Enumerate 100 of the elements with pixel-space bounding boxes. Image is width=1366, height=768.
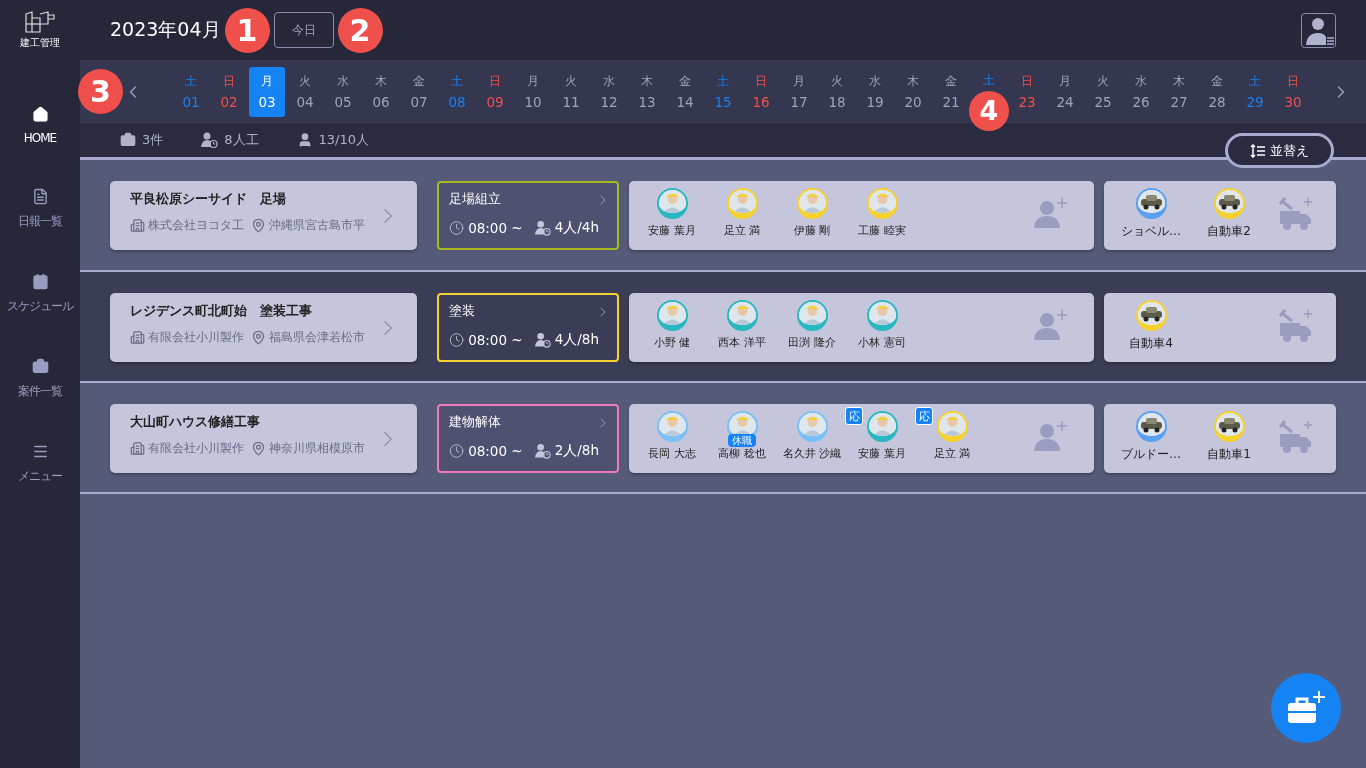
location-icon — [251, 441, 266, 456]
date-tab[interactable]: 金 21 — [933, 66, 969, 117]
date-label: 15 — [714, 94, 732, 110]
project-name: レジデンス町北町始 塗装工事 — [130, 302, 313, 320]
date-tab[interactable]: 月 03 — [249, 66, 285, 117]
clock-icon — [449, 332, 465, 348]
project-card[interactable]: レジデンス町北町始 塗装工事 有限会社小川製作 福島県会津若松市 — [110, 293, 417, 362]
date-tab[interactable]: 木 06 — [363, 66, 399, 117]
date-label: 17 — [790, 94, 808, 110]
date-tab[interactable]: 日 30 — [1275, 66, 1311, 117]
clock-icon — [449, 220, 465, 236]
date-tab[interactable]: 水 19 — [857, 66, 893, 117]
weekday-label: 土 — [983, 72, 995, 89]
person-clock-icon — [534, 332, 551, 348]
briefcase-icon — [120, 132, 136, 148]
weekday-label: 木 — [907, 73, 919, 90]
date-tab[interactable]: 水 05 — [325, 66, 361, 117]
date-label: 24 — [1056, 94, 1074, 110]
date-tab[interactable]: 木 13 — [629, 66, 665, 117]
building-icon — [130, 218, 145, 233]
start-time: 08:00 ~ — [468, 332, 523, 348]
equipment-name: 自動車1 — [1207, 446, 1251, 463]
date-tab[interactable]: 土 15 — [705, 66, 741, 117]
add-member-button[interactable] — [1034, 309, 1068, 341]
date-tab[interactable]: 金 07 — [401, 66, 437, 117]
project-card[interactable]: 平良松原シーサイド 足場 株式会社ヨコタ工 沖縄県宮古島市平 — [110, 181, 417, 250]
date-tab[interactable]: 土 — [971, 66, 1007, 89]
weekday-label: 月 — [793, 73, 805, 90]
date-tab[interactable]: 月 10 — [515, 66, 551, 117]
weekday-label: 金 — [413, 73, 425, 90]
task-card[interactable]: 建物解体 08:00 ~ 2人/8h — [437, 404, 619, 473]
sort-icon — [1250, 143, 1266, 158]
weekday-label: 日 — [223, 73, 235, 90]
date-label: 23 — [1018, 94, 1036, 110]
task-name: 建物解体 — [449, 413, 501, 431]
date-label: 06 — [372, 94, 390, 110]
date-tab[interactable]: 月 17 — [781, 66, 817, 117]
date-label: 12 — [600, 94, 618, 110]
today-button[interactable]: 今日 — [273, 12, 334, 48]
member-name: 名久井 沙織 — [782, 446, 842, 461]
project-card[interactable]: 大山町ハウス修繕工事 有限会社小川製作 神奈川県相模原市 — [110, 404, 417, 473]
date-tab[interactable]: 月 24 — [1047, 66, 1083, 117]
date-label: 05 — [334, 94, 352, 110]
equipment-name: ショベル… — [1121, 223, 1181, 240]
sort-button[interactable]: 並替え — [1225, 133, 1334, 168]
date-label: 21 — [942, 94, 960, 110]
date-tab[interactable]: 金 14 — [667, 66, 703, 117]
clock-icon — [449, 443, 465, 459]
date-tab[interactable]: 水 12 — [591, 66, 627, 117]
date-tab[interactable]: 火 04 — [287, 66, 323, 117]
calendar-icon — [31, 273, 49, 290]
date-tab[interactable]: 火 25 — [1085, 66, 1121, 117]
sidebar-item[interactable]: 日報一覧 — [18, 188, 62, 230]
add-equipment-button[interactable] — [1278, 197, 1314, 231]
building-icon — [130, 330, 145, 345]
date-tab[interactable]: 火 11 — [553, 66, 589, 117]
date-label: 19 — [866, 94, 884, 110]
date-tab[interactable]: 木 27 — [1161, 66, 1197, 117]
document-icon — [31, 188, 49, 205]
date-tab[interactable]: 土 08 — [439, 66, 475, 117]
add-equipment-button[interactable] — [1278, 420, 1314, 454]
date-label: 25 — [1094, 94, 1112, 110]
weekday-label: 土 — [1249, 73, 1261, 90]
add-member-button[interactable] — [1034, 197, 1068, 229]
task-card[interactable]: 塗装 08:00 ~ 4人/8h — [437, 293, 619, 362]
address-text: 神奈川県相模原市 — [269, 440, 365, 457]
date-tab[interactable]: 木 20 — [895, 66, 931, 117]
support-badge: 応 — [845, 407, 863, 425]
date-tab[interactable]: 日 02 — [211, 66, 247, 117]
date-tab[interactable]: 日 23 — [1009, 66, 1045, 117]
add-member-button[interactable] — [1034, 420, 1068, 452]
date-tab[interactable]: 火 18 — [819, 66, 855, 117]
project-name: 大山町ハウス修繕工事 — [130, 413, 261, 431]
date-tab[interactable]: 日 09 — [477, 66, 513, 117]
weekday-label: 金 — [1211, 73, 1223, 90]
member-name: 安藤 葉月 — [648, 223, 696, 238]
date-tab[interactable]: 土 01 — [173, 66, 209, 117]
weekday-label: 火 — [565, 73, 577, 90]
company-name: 株式会社ヨコタ工 — [148, 217, 244, 234]
equipment-name: 自動車2 — [1207, 223, 1251, 240]
weekday-label: 月 — [261, 73, 273, 90]
date-tab[interactable]: 土 29 — [1237, 66, 1273, 117]
date-tab[interactable]: 金 28 — [1199, 66, 1235, 117]
logo-icon — [24, 10, 56, 34]
date-label: 16 — [752, 94, 770, 110]
add-equipment-button[interactable] — [1278, 309, 1314, 343]
sidebar-item[interactable]: メニュー — [18, 443, 62, 485]
date-tab[interactable]: 日 16 — [743, 66, 779, 117]
sidebar-item[interactable]: HOME — [23, 106, 57, 145]
weekday-label: 金 — [945, 73, 957, 90]
date-tab[interactable]: 水 26 — [1123, 66, 1159, 117]
project-name: 平良松原シーサイド 足場 — [130, 190, 287, 208]
weekday-label: 火 — [299, 73, 311, 90]
profile-icon[interactable] — [1301, 12, 1336, 48]
task-card[interactable]: 足場組立 08:00 ~ 4人/4h — [437, 181, 619, 250]
sidebar-item[interactable]: 案件一覧 — [18, 358, 62, 400]
equipment-name: ブルドー… — [1121, 446, 1181, 463]
date-label: 02 — [220, 94, 238, 110]
sidebar-item[interactable]: スケジュール — [7, 273, 73, 315]
date-label: 18 — [828, 94, 846, 110]
